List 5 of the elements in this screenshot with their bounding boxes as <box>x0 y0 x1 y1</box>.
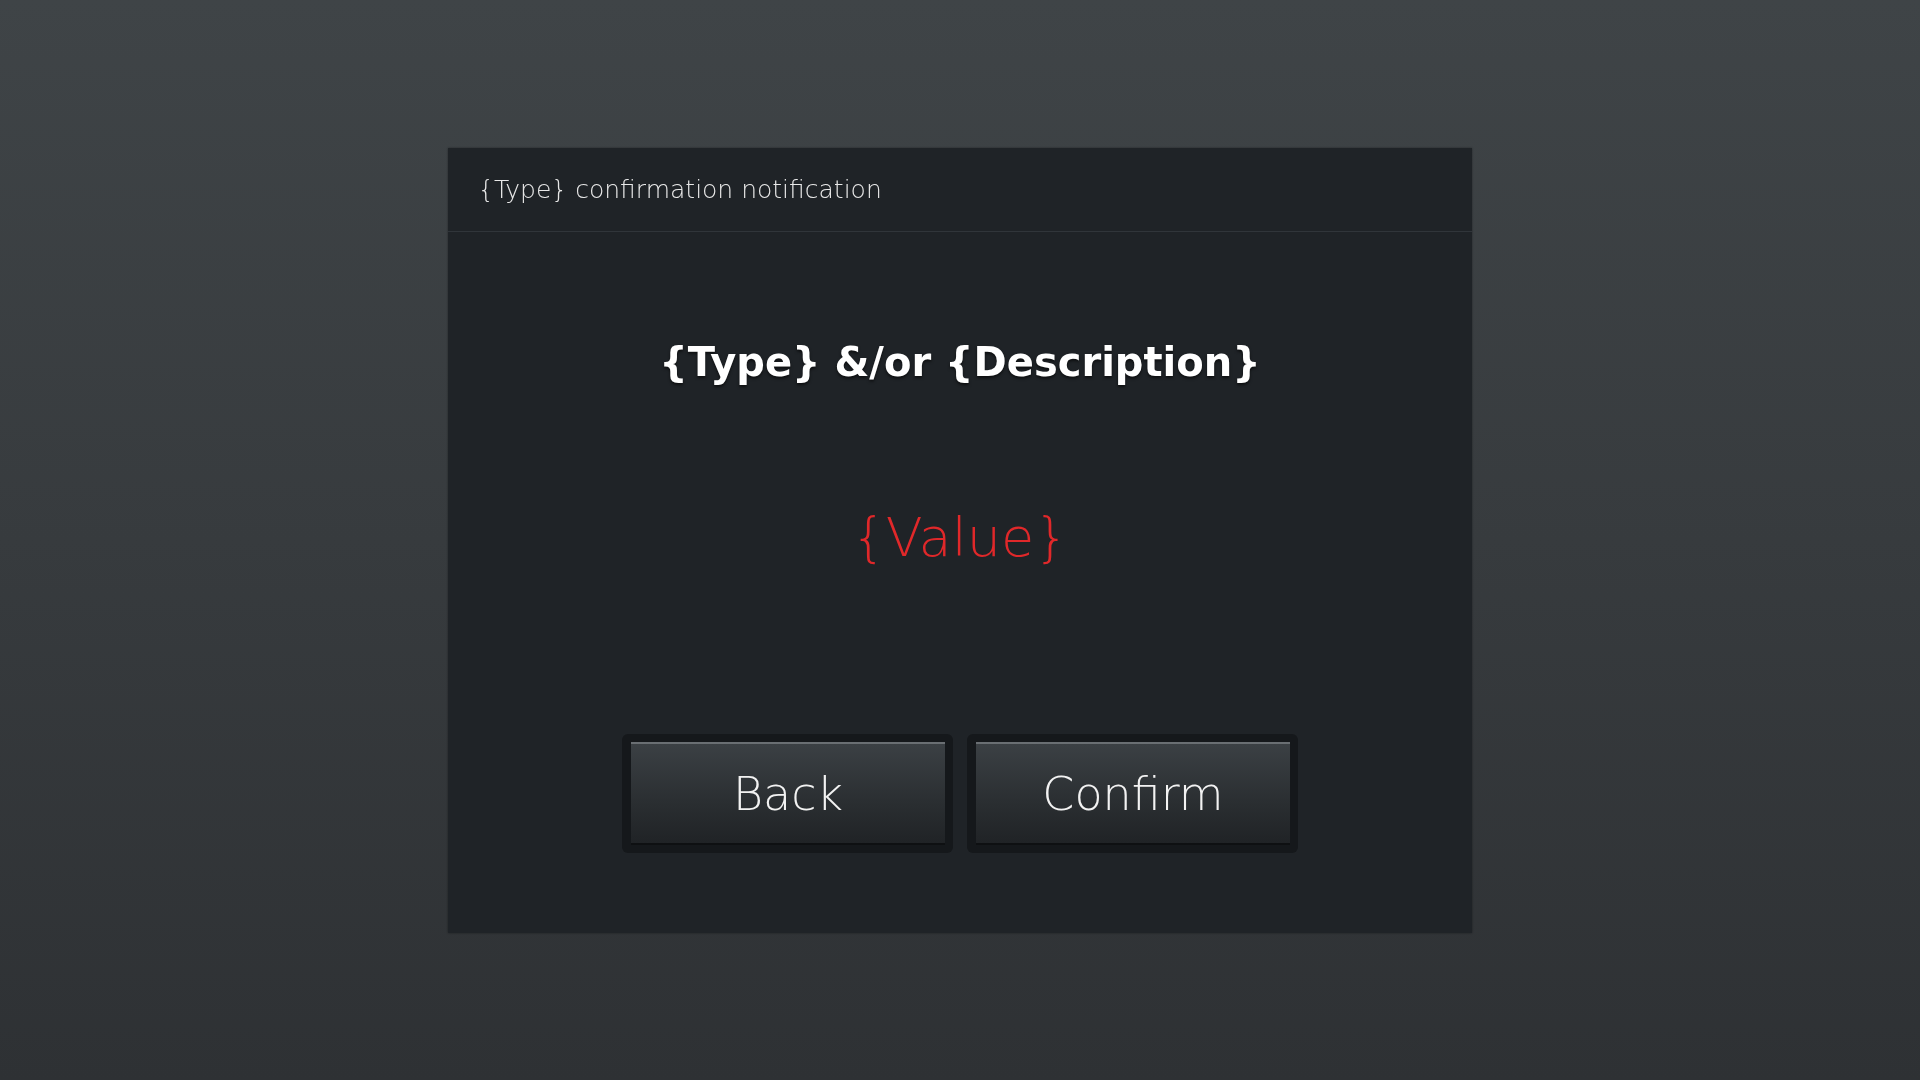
value-text: {Value} <box>851 505 1069 571</box>
dialog-button[interactable]: Back <box>631 742 945 843</box>
dialog-heading: {Type} &/or {Description} <box>659 338 1261 387</box>
dialog-button[interactable]: Confirm <box>976 742 1290 843</box>
dialog-title: {Type} confirmation notification <box>478 175 882 204</box>
